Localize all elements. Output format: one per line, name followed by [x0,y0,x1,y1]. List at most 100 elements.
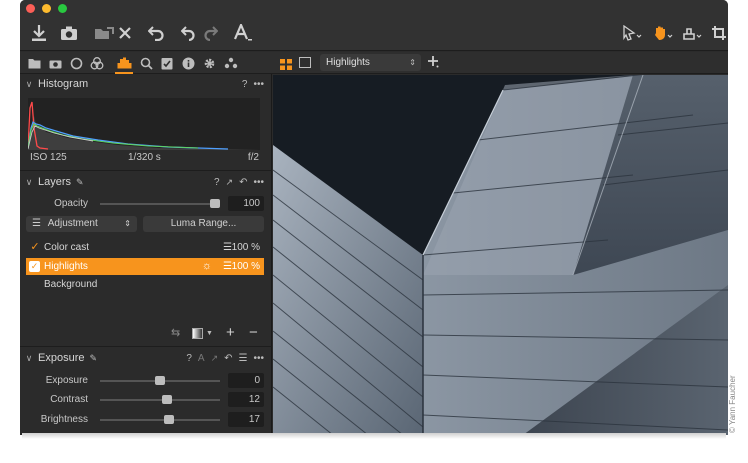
brightness-slider-row: Brightness 17 [20,412,272,428]
undo-icon[interactable] [179,22,197,44]
stamp-icon[interactable] [681,22,703,44]
luma-range-label: Luma Range... [170,218,237,229]
brightness-slider-knob[interactable] [164,415,174,424]
opacity-slider-row: Opacity 100 [20,196,272,212]
layers-header[interactable]: ∨ Layers ✎ ? ↗ ↶ ••• [20,173,272,191]
settings-icon[interactable] [201,55,217,71]
main-toolbar [20,0,728,51]
checkmark-icon[interactable]: ✓ [30,239,40,256]
exposure-header[interactable]: ∨ Exposure ✎ ? A ↗ ↶ ☰ ••• [20,349,272,367]
text-icon[interactable] [232,22,254,44]
opacity-slider[interactable] [100,199,220,208]
exposure-title: Exposure [38,352,85,364]
contrast-slider-knob[interactable] [162,395,172,404]
tool-tabs [20,52,272,74]
help-icon[interactable]: ? [186,353,192,364]
library-icon[interactable] [26,55,42,71]
image-viewer[interactable] [273,75,728,435]
adjustment-dropdown[interactable]: ☰ Adjustment ⇕ [26,216,137,232]
single-view-icon[interactable] [299,57,311,68]
sliders-icon: ☰ [32,218,41,229]
auto-icon[interactable]: A [198,353,205,364]
color-icon[interactable] [89,55,105,71]
chevron-down-icon[interactable]: ∨ [20,177,38,188]
aperture-value: f/2 [247,152,259,163]
checkbox-checked-icon[interactable]: ✓ [29,261,40,272]
help-icon[interactable]: ? [242,79,248,90]
adjustment-layer-icon: ☰ [223,261,232,272]
copy-icon[interactable]: ↗ [211,353,219,364]
copy-icon[interactable]: ↗ [226,177,234,188]
sun-icon: ☼ [201,260,212,272]
delete-icon[interactable] [116,22,134,44]
tool-panel: ∨ Histogram ? ••• ISO 125 1/320 s f/2 ∨ … [20,74,272,435]
chevron-down-icon[interactable]: ∨ [20,79,38,90]
camera-tab-icon[interactable] [47,55,63,71]
layer-opacity: 100 % [231,261,260,272]
exposure-tab-icon[interactable] [116,55,132,71]
opacity-slider-knob[interactable] [210,199,220,208]
viewer-bar: Highlights ⇕ [272,52,728,74]
pencil-icon: ✎ [76,176,84,187]
pencil-icon: ✎ [89,352,98,363]
help-icon[interactable]: ? [214,177,220,188]
more-options-icon[interactable]: ••• [253,177,264,188]
move-to-icon[interactable] [93,22,115,44]
brightness-label: Brightness [40,414,88,425]
brightness-slider[interactable] [100,415,220,424]
multi-view-icon[interactable] [280,57,292,70]
add-layer-icon[interactable]: + [226,324,235,341]
app-window: Highlights ⇕ ∨ Histogram ? ••• ISO 125 1… [20,0,728,435]
luma-range-button[interactable]: Luma Range... [143,216,264,232]
details-icon[interactable] [138,55,154,71]
layer-item-selected[interactable]: ✓ Highlights ☼ ☰ 100 % [26,258,264,275]
section-divider [20,170,272,171]
layers-footer: ⇆ ▼ + − [20,324,272,342]
redo-icon[interactable] [202,22,220,44]
close-window-button[interactable] [26,4,35,13]
histogram-header[interactable]: ∨ Histogram ? ••• [20,75,272,93]
more-options-icon[interactable]: ••• [253,353,264,364]
crop-icon[interactable] [710,22,728,44]
minimize-window-button[interactable] [42,4,51,13]
lens-icon[interactable] [68,55,84,71]
photo-credit: © Yann Faucher [728,375,737,433]
more-options-icon[interactable]: ••• [253,79,264,90]
chevron-down-icon[interactable]: ∨ [20,353,38,364]
layer-item[interactable]: Background [26,276,264,293]
exposure-slider[interactable] [100,376,220,385]
camera-icon[interactable] [58,22,80,44]
contrast-value[interactable]: 12 [228,392,264,407]
list-icon[interactable]: ☰ [239,353,248,364]
layer-select[interactable]: Highlights ⇕ [320,54,421,71]
layer-name: Highlights [44,261,88,272]
layers-list: ✓ Color cast ☰ 100 % ✓ Highlights ☼ ☰ 10… [20,239,272,299]
remove-layer-icon[interactable]: − [249,324,258,341]
contrast-label: Contrast [50,394,88,405]
exposure-value[interactable]: 0 [228,373,264,388]
layer-select-value: Highlights [326,57,370,68]
adjustment-layer-icon: ☰ [223,242,232,253]
import-icon[interactable] [29,22,49,44]
reset-icon[interactable]: ↶ [224,353,232,364]
layer-item[interactable]: ✓ Color cast ☰ 100 % [26,239,264,256]
undo-all-icon[interactable] [146,22,166,44]
cursor-select-icon[interactable] [621,22,643,44]
reset-icon[interactable]: ↶ [239,177,247,188]
mask-icon[interactable] [192,328,203,339]
zoom-window-button[interactable] [58,4,67,13]
styles-icon[interactable] [223,55,239,71]
exposure-slider-knob[interactable] [155,376,165,385]
contrast-slider[interactable] [100,395,220,404]
hand-pan-icon[interactable] [652,22,674,44]
chevron-down-icon[interactable]: ▼ [206,330,213,337]
layer-name: Color cast [44,242,90,253]
opacity-label: Opacity [54,198,88,209]
metadata-icon[interactable] [180,55,196,71]
exposure-label: Exposure [45,375,88,386]
plus-icon[interactable] [427,54,441,71]
swap-icon[interactable]: ⇆ [171,326,180,339]
opacity-value[interactable]: 100 [228,196,264,211]
brightness-value[interactable]: 17 [228,412,264,427]
adjustments-icon[interactable] [159,55,175,71]
